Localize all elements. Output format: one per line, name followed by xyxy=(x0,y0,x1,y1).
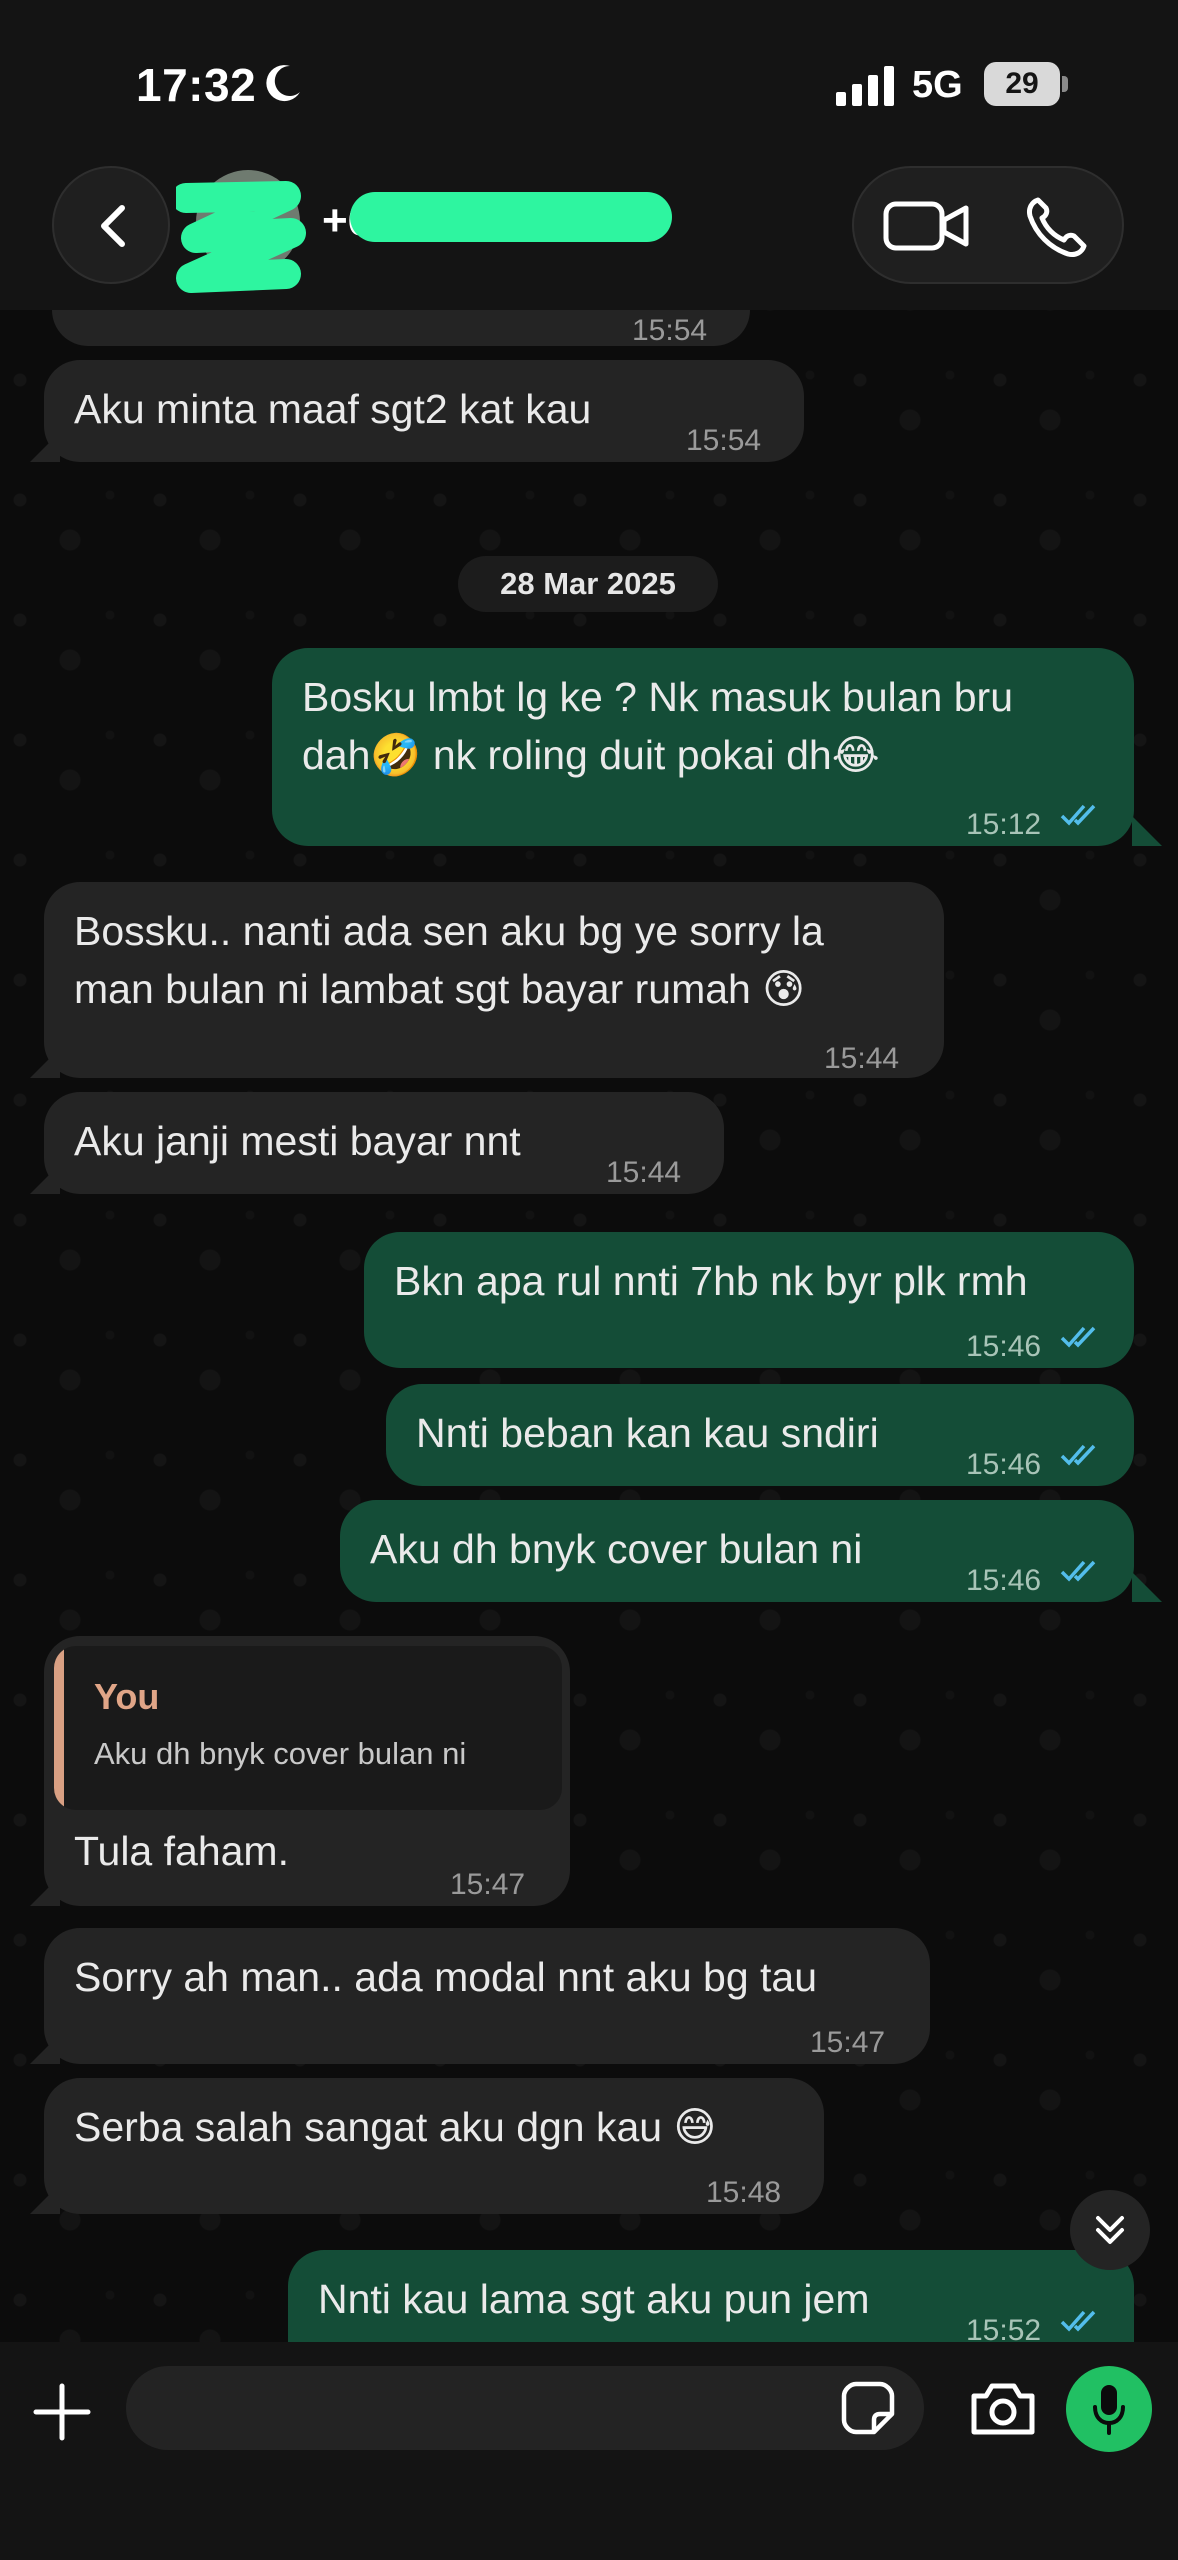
message-text: Nnti beban kan kau sndiri xyxy=(416,1410,879,1456)
battery-tip xyxy=(1062,76,1068,92)
bubble-tail xyxy=(30,2184,60,2214)
read-ticks-icon xyxy=(1060,1560,1096,1582)
plus-icon[interactable] xyxy=(30,2380,94,2444)
bubble-tail xyxy=(30,1876,60,1906)
scroll-to-bottom-button[interactable] xyxy=(1070,2190,1150,2270)
network-label: 5G xyxy=(912,64,963,106)
chevron-left-icon xyxy=(101,205,125,247)
sticker-icon[interactable] xyxy=(840,2380,896,2436)
message-composer xyxy=(0,2342,1178,2560)
read-ticks-icon xyxy=(1060,1326,1096,1348)
message-text: Bkn apa rul nnti 7hb nk byr plk rmh xyxy=(394,1258,1028,1304)
message-bubble-incoming[interactable]: Aku janji mesti bayar nnt 15:44 xyxy=(44,1092,724,1194)
status-time: 17:32 xyxy=(136,59,257,111)
message-text: Aku janji mesti bayar nnt xyxy=(74,1118,521,1164)
date-separator: 28 Mar 2025 xyxy=(458,556,718,612)
message-text: Aku dh bnyk cover bulan ni xyxy=(370,1526,863,1572)
redaction-mark xyxy=(350,192,672,242)
quote-accent-bar xyxy=(54,1646,64,1810)
message-bubble-outgoing[interactable]: Bosku lmbt lg ke ? Nk masuk bulan bru da… xyxy=(272,648,1134,846)
message-text-line: man bulan ni lambat sgt bayar rumah 😰 xyxy=(74,966,805,1012)
message-time: 15:48 xyxy=(706,2176,782,2209)
message-input[interactable] xyxy=(126,2366,924,2450)
message-time: 15:12 xyxy=(966,808,1042,841)
message-bubble-incoming[interactable]: Serba salah sangat aku dgn kau 😅 15:48 xyxy=(44,2078,824,2214)
message-time: 15:47 xyxy=(810,2026,886,2059)
message-text-line: Bossku.. nanti ada sen aku bg ye sorry l… xyxy=(74,908,824,954)
message-time: 15:44 xyxy=(824,1042,900,1075)
message-text-line: Bosku lmbt lg ke ? Nk masuk bulan bru xyxy=(302,674,1013,720)
message-bubble-incoming[interactable]: Sorry ah man.. ada modal nnt aku bg tau … xyxy=(44,1928,930,2064)
message-bubble-incoming[interactable]: Aku minta maaf sgt2 kat kau 15:54 xyxy=(44,360,804,462)
bubble-tail xyxy=(30,432,60,462)
quote-author: You xyxy=(94,1676,160,1717)
message-bubble-outgoing[interactable]: Nnti beban kan kau sndiri 15:46 xyxy=(386,1384,1134,1486)
signal-icon xyxy=(836,66,894,106)
battery-indicator: 29 xyxy=(984,62,1068,106)
message-time: 15:54 xyxy=(686,424,762,457)
read-ticks-icon xyxy=(1060,1444,1096,1466)
message-text: Nnti kau lama sgt aku pun jem xyxy=(318,2276,870,2322)
read-ticks-icon xyxy=(1060,2310,1096,2332)
bubble-tail xyxy=(30,1164,60,1194)
message-time: 15:46 xyxy=(966,1448,1042,1481)
quote-text: Aku dh bnyk cover bulan ni xyxy=(94,1736,467,1771)
read-ticks-icon xyxy=(1060,804,1096,826)
message-bubble-outgoing[interactable]: Aku dh bnyk cover bulan ni 15:46 xyxy=(340,1500,1134,1602)
redaction-scribble xyxy=(176,181,306,293)
microphone-icon xyxy=(1093,2385,1125,2435)
message-bubble-incoming[interactable]: Bossku.. nanti ada sen aku bg ye sorry l… xyxy=(44,882,944,1078)
battery-level: 29 xyxy=(1005,67,1039,100)
message-time: 15:54 xyxy=(632,314,708,347)
moon-icon xyxy=(266,65,300,102)
back-button[interactable] xyxy=(52,166,170,284)
camera-icon[interactable] xyxy=(968,2378,1038,2438)
bubble-tail xyxy=(1132,816,1162,846)
quoted-message[interactable]: You Aku dh bnyk cover bulan ni xyxy=(54,1646,562,1810)
call-actions xyxy=(852,166,1124,284)
chat-header: 17:32 5G 29 +6 xyxy=(0,0,1178,310)
microphone-button[interactable] xyxy=(1066,2366,1152,2452)
message-text: Sorry ah man.. ada modal nnt aku bg tau xyxy=(74,1954,818,2000)
phone-icon[interactable] xyxy=(1024,194,1090,258)
message-text: Tula faham. xyxy=(74,1828,289,1874)
message-text-line: dah🤣 nk roling duit pokai dh😂 xyxy=(302,732,880,778)
message-text: Serba salah sangat aku dgn kau 😅 xyxy=(74,2104,717,2150)
message-time: 15:46 xyxy=(966,1564,1042,1597)
message-time: 15:44 xyxy=(606,1156,682,1189)
message-bubble-outgoing[interactable]: Bkn apa rul nnti 7hb nk byr plk rmh 15:4… xyxy=(364,1232,1134,1368)
bubble-tail xyxy=(30,1048,60,1078)
bubble-tail xyxy=(30,2034,60,2064)
message-time: 15:46 xyxy=(966,1330,1042,1363)
bubble-tail xyxy=(1132,1572,1162,1602)
double-chevron-down-icon xyxy=(1096,2216,1124,2244)
message-time: 15:47 xyxy=(450,1868,526,1901)
video-camera-icon[interactable] xyxy=(882,196,972,256)
message-text: Aku minta maaf sgt2 kat kau xyxy=(74,386,592,432)
